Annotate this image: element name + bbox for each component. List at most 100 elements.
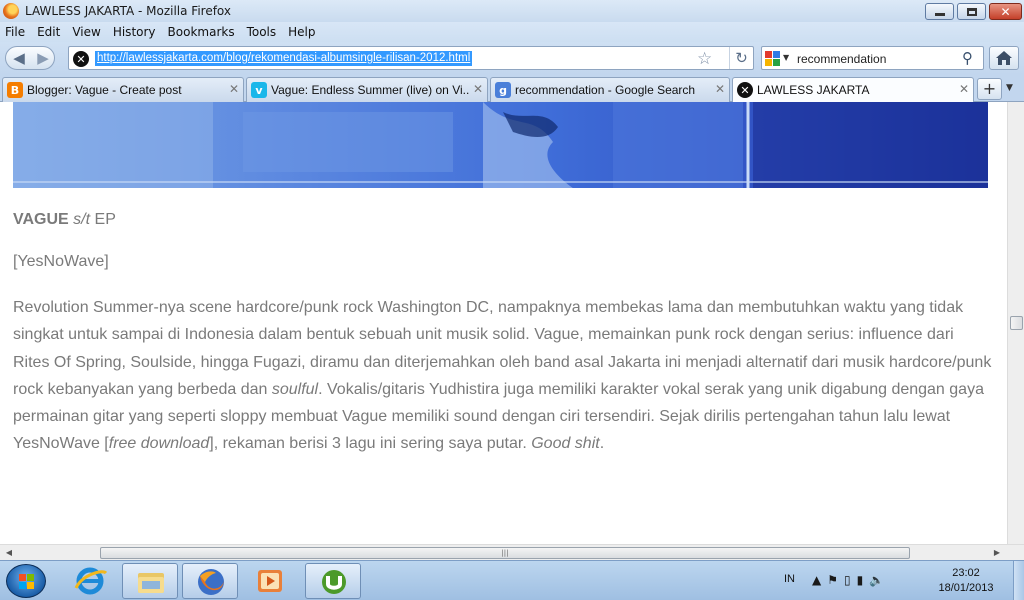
horizontal-scroll-thumb[interactable]: |||	[100, 547, 910, 559]
address-bar[interactable]: ✕ http://lawlessjakarta.com/blog/rekomen…	[68, 46, 754, 70]
volume-icon[interactable]: 🔈	[869, 573, 890, 587]
lawless-icon: ✕	[737, 82, 753, 98]
back-arrow-icon: ◀	[13, 49, 25, 67]
device-icon[interactable]: ▯	[844, 573, 857, 587]
release-title: s/t	[73, 211, 91, 228]
menu-tools[interactable]: Tools	[247, 25, 277, 39]
body-text: .	[599, 435, 605, 453]
firefox-logo-icon[interactable]	[3, 3, 19, 19]
folder-icon	[138, 573, 164, 593]
address-url-text[interactable]: http://lawlessjakarta.com/blog/rekomenda…	[95, 51, 473, 66]
reload-button[interactable]: ↻	[729, 47, 753, 69]
reload-icon: ↻	[735, 49, 748, 67]
tab-label: LAWLESS JAKARTA	[757, 83, 870, 97]
scroll-left-icon[interactable]: ◀	[2, 547, 16, 559]
tab-label: Blogger: Vague - Create post	[27, 83, 182, 97]
tab-label: Vague: Endless Summer (live) on Vi...	[271, 83, 469, 97]
firefox-icon	[198, 569, 224, 595]
body-text: ], rekaman berisi 3 lagu ini sering saya…	[209, 435, 532, 453]
maximize-button[interactable]	[957, 3, 986, 20]
scroll-right-icon[interactable]: ▶	[990, 547, 1004, 559]
site-identity-icon[interactable]: ✕	[73, 51, 89, 67]
tab-close-icon[interactable]: ✕	[959, 82, 969, 96]
review-paragraph: Revolution Summer-nya scene hardcore/pun…	[13, 294, 993, 458]
action-center-flag-icon[interactable]: ⚑	[827, 573, 844, 587]
taskbar-internet-explorer[interactable]	[62, 563, 118, 599]
vertical-scrollbar[interactable]	[1007, 102, 1024, 544]
search-magnifier-icon[interactable]: ⚲	[962, 49, 973, 67]
clock-time: 23:02	[952, 567, 980, 579]
language-indicator[interactable]: IN	[784, 573, 795, 585]
release-type: EP	[94, 211, 116, 228]
tab-close-icon[interactable]: ✕	[229, 82, 239, 96]
windows-logo-icon	[27, 574, 34, 581]
search-input[interactable]: recommendation	[797, 52, 886, 66]
close-icon: ✕	[1000, 4, 1011, 19]
record-label: [YesNoWave]	[13, 253, 109, 270]
home-button[interactable]	[989, 46, 1019, 70]
navigation-toolbar: ◀ ▶ ✕ http://lawlessjakarta.com/blog/rek…	[0, 42, 1024, 75]
restore-icon	[966, 7, 977, 16]
windows-logo-icon	[19, 574, 26, 581]
horizontal-scrollbar[interactable]: ◀ ||| ▶	[0, 544, 1024, 560]
show-desktop-button[interactable]	[1013, 561, 1024, 600]
plus-icon: +	[982, 79, 997, 98]
menu-edit[interactable]: Edit	[37, 25, 60, 39]
tab-vimeo[interactable]: v Vague: Endless Summer (live) on Vi... …	[246, 77, 488, 102]
system-tray: ▲⚑▯▮🔈	[812, 573, 890, 587]
tab-blogger[interactable]: B Blogger: Vague - Create post ✕	[2, 77, 244, 102]
menu-help[interactable]: Help	[288, 25, 315, 39]
search-bar[interactable]: ▼ recommendation ⚲	[761, 46, 984, 70]
menu-file[interactable]: File	[5, 25, 25, 39]
menu-bookmarks[interactable]: Bookmarks	[168, 25, 235, 39]
new-tab-button[interactable]: +	[977, 78, 1002, 100]
menu-bar: File Edit View History Bookmarks Tools H…	[0, 22, 1024, 42]
windows-logo-icon	[19, 582, 26, 589]
taskbar-clock[interactable]: 23:02 18/01/2013	[936, 566, 996, 596]
release-heading: VAGUE s/t EP	[13, 210, 993, 230]
tray-expand-icon[interactable]: ▲	[812, 573, 827, 587]
tab-close-icon[interactable]: ✕	[715, 82, 725, 96]
tab-close-icon[interactable]: ✕	[473, 82, 483, 96]
vertical-scroll-thumb[interactable]	[1010, 316, 1023, 330]
body-text-italic: Good shit	[531, 435, 600, 453]
tab-strip: B Blogger: Vague - Create post ✕ v Vague…	[0, 75, 1024, 103]
tab-lawless-jakarta[interactable]: ✕ LAWLESS JAKARTA ✕	[732, 77, 974, 103]
body-text-italic: soulful	[271, 380, 319, 398]
window-titlebar: LAWLESS JAKARTA - Mozilla Firefox ✕	[0, 0, 1024, 22]
body-text-italic: free download	[108, 435, 210, 453]
engine-dropdown-icon[interactable]: ▼	[783, 53, 789, 62]
network-icon[interactable]: ▮	[857, 573, 870, 587]
blogger-icon: B	[7, 82, 23, 98]
clock-date: 18/01/2013	[938, 582, 994, 594]
windows-taskbar: IN ▲⚑▯▮🔈 23:02 18/01/2013	[0, 560, 1024, 600]
taskbar-windows-explorer[interactable]	[122, 563, 178, 599]
list-all-tabs-icon[interactable]: ▼	[1006, 83, 1013, 93]
blog-post: VAGUE s/t EP [YesNoWave] Revolution Summ…	[13, 210, 993, 458]
forward-arrow-icon: ▶	[37, 49, 49, 67]
window-title: LAWLESS JAKARTA - Mozilla Firefox	[25, 4, 232, 18]
menu-history[interactable]: History	[113, 25, 156, 39]
internet-explorer-icon	[74, 567, 108, 595]
taskbar-media-player[interactable]	[242, 563, 298, 599]
forward-button[interactable]: ▶	[32, 48, 54, 68]
banner-artwork	[13, 102, 988, 188]
menu-view[interactable]: View	[72, 25, 100, 39]
google-engine-icon[interactable]	[765, 51, 780, 66]
band-name: VAGUE	[13, 211, 69, 228]
taskbar-firefox[interactable]	[182, 563, 238, 599]
minimize-button[interactable]	[925, 3, 954, 20]
close-window-button[interactable]: ✕	[989, 3, 1022, 20]
back-button[interactable]: ◀	[7, 48, 31, 68]
taskbar-utorrent[interactable]	[305, 563, 361, 599]
vimeo-icon: v	[251, 82, 267, 98]
start-button[interactable]	[6, 564, 46, 598]
media-player-icon	[258, 570, 282, 592]
page-viewport[interactable]: VAGUE s/t EP [YesNoWave] Revolution Summ…	[0, 102, 1007, 544]
bookmark-star-icon[interactable]: ☆	[697, 49, 712, 69]
windows-logo-icon	[27, 582, 34, 589]
home-icon	[996, 51, 1012, 65]
utorrent-icon	[322, 570, 346, 594]
back-forward-group: ◀ ▶	[5, 46, 55, 70]
tab-google-search[interactable]: g recommendation - Google Search ✕	[490, 77, 730, 102]
